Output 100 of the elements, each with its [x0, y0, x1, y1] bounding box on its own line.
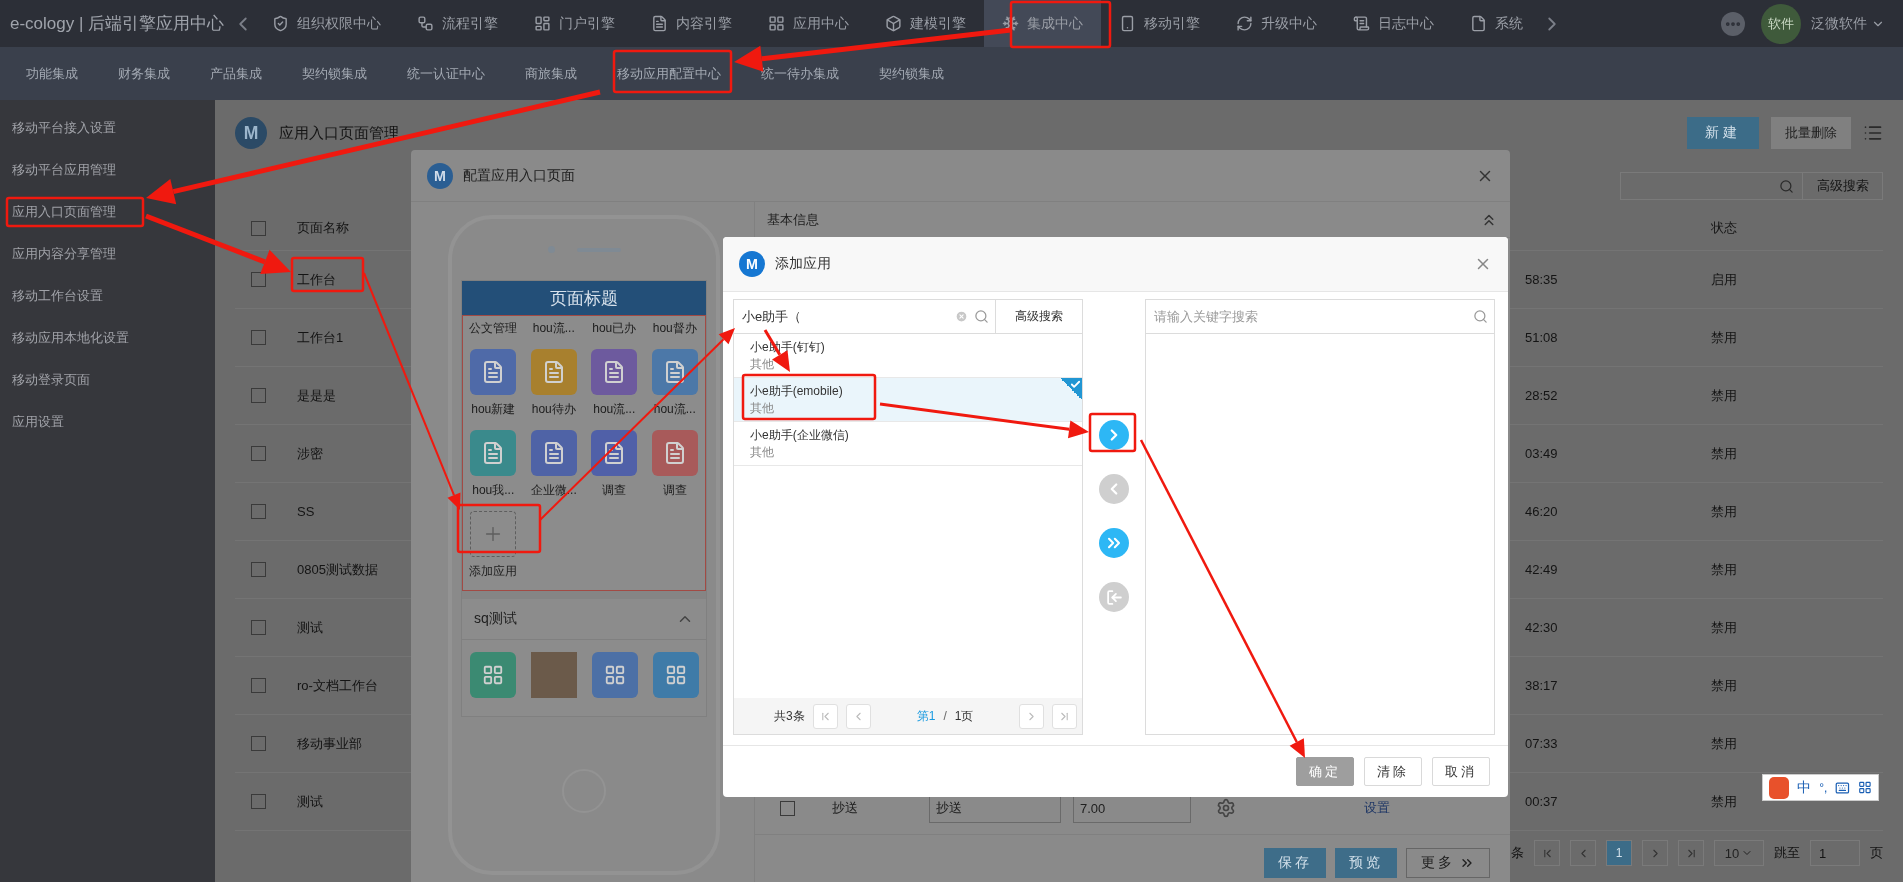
row-checkbox[interactable] [251, 678, 266, 693]
sidebar-item[interactable]: 移动登录页面 [0, 359, 215, 401]
cancel-button[interactable]: 取消 [1432, 757, 1490, 786]
app-icon[interactable] [591, 430, 638, 476]
app-label: hou流... [593, 401, 636, 418]
sub-nav-tab[interactable]: 产品集成 [190, 64, 282, 83]
new-button[interactable]: 新建 [1687, 117, 1759, 149]
table-cell: 工作台1 [297, 328, 344, 347]
nav-icon [1353, 15, 1370, 32]
checkbox[interactable] [780, 800, 795, 816]
sidebar-item[interactable]: 应用内容分享管理 [0, 233, 215, 275]
app-icon[interactable] [530, 430, 577, 476]
user-menu[interactable]: 泛微软件 [1811, 14, 1885, 33]
nav-tab[interactable]: 建模引擎 [867, 0, 984, 47]
app-icon[interactable] [530, 349, 577, 395]
sub-nav-tab[interactable]: 统一认证中心 [387, 64, 505, 83]
app-icon[interactable] [591, 652, 638, 698]
settings-icon[interactable] [1216, 798, 1236, 818]
sidebar-item[interactable]: 移动平台应用管理 [0, 149, 215, 191]
app-label: hou督办 [652, 320, 697, 337]
more-icon[interactable] [1721, 11, 1745, 36]
nav-tab[interactable]: 升级中心 [1218, 0, 1335, 47]
sidebar-item[interactable]: 移动应用本地化设置 [0, 317, 215, 359]
nav-tab[interactable]: 移动引擎 [1101, 0, 1218, 47]
clear-icon[interactable] [955, 310, 968, 323]
table-cell: 28:52 [1525, 388, 1558, 403]
row-checkbox[interactable] [251, 330, 266, 345]
nav-tab[interactable]: 流程引擎 [399, 0, 516, 47]
list-icon[interactable] [1863, 123, 1883, 143]
search-field[interactable]: 请输入关键字搜索 [1152, 308, 1467, 325]
transfer-button[interactable] [1099, 582, 1129, 612]
transfer-button[interactable] [1099, 420, 1129, 450]
row-checkbox[interactable] [251, 736, 266, 751]
nav-tab[interactable]: 日志中心 [1335, 0, 1452, 47]
last-page-button[interactable] [1678, 840, 1704, 866]
search-icon [1473, 309, 1488, 324]
nav-tab[interactable]: 应用中心 [750, 0, 867, 47]
sub-nav-tab[interactable]: 功能集成 [6, 64, 98, 83]
advanced-search-button[interactable]: 高级搜索 [1803, 172, 1883, 200]
row-checkbox[interactable] [251, 620, 266, 635]
checkbox[interactable] [251, 220, 266, 236]
app-label: hou新建 [471, 401, 516, 418]
row-checkbox[interactable] [251, 794, 266, 809]
grid-icon [664, 664, 687, 686]
item-name: 小e助手(企业微信) [750, 427, 849, 444]
sub-nav-tab[interactable]: 契约锁集成 [282, 64, 387, 83]
clear-button[interactable]: 清除 [1364, 757, 1422, 786]
jump-input[interactable]: 1 [1810, 840, 1860, 866]
nav-tab[interactable]: 门户引擎 [516, 0, 633, 47]
app-icon[interactable] [470, 430, 517, 476]
app-icon[interactable] [651, 430, 698, 476]
field-name: 抄送 [832, 799, 859, 817]
nav-tab[interactable]: 组织权限中心 [254, 0, 399, 47]
nav-icon [534, 15, 551, 32]
sidebar-item[interactable]: 移动平台接入设置 [0, 107, 215, 149]
page-button[interactable]: 1 [1606, 840, 1632, 866]
app-icon[interactable] [591, 349, 638, 395]
sub-nav-tab[interactable]: 统一待办集成 [741, 64, 859, 83]
sub-nav-tab[interactable]: 财务集成 [98, 64, 190, 83]
first-page-button[interactable] [1534, 840, 1560, 866]
list-item[interactable]: 小e助手(emobile) 其他 [734, 378, 1082, 422]
page-size-select[interactable]: 10 [1714, 840, 1764, 866]
sidebar-item[interactable]: 移动工作台设置 [0, 275, 215, 317]
app-icon[interactable] [470, 349, 517, 395]
table-cell: 工作台 [297, 270, 336, 289]
app-icon[interactable] [651, 349, 698, 395]
search-field[interactable] [1620, 172, 1803, 200]
photo-placeholder [530, 652, 577, 698]
app-label: hou已办 [592, 320, 637, 337]
more-button[interactable]: 更多 [1406, 847, 1490, 878]
row-checkbox[interactable] [251, 388, 266, 403]
search-field[interactable]: 小e助手（ [740, 308, 949, 325]
sub-nav-tab[interactable]: 移动应用配置中心 [597, 64, 741, 83]
row-checkbox[interactable] [251, 446, 266, 461]
sub-nav-tab[interactable]: 契约锁集成 [859, 64, 964, 83]
batch-delete-button[interactable]: 批量删除 [1771, 117, 1851, 149]
app-icon[interactable] [469, 652, 516, 698]
nav-tab[interactable]: 内容引擎 [633, 0, 750, 47]
page-title: 应用入口页面管理 [279, 123, 400, 143]
nav-icon [1236, 15, 1253, 32]
next-page-button[interactable] [1642, 840, 1668, 866]
sidebar-item[interactable]: 应用入口页面管理 [0, 191, 215, 233]
transfer-button[interactable] [1099, 528, 1129, 558]
sidebar-item[interactable]: 应用设置 [0, 401, 215, 443]
sub-nav-tab[interactable]: 商旅集成 [505, 64, 597, 83]
nav-tab[interactable]: 系统 [1452, 0, 1541, 47]
table-cell: 禁用 [1711, 444, 1737, 463]
screen-title: 页面标题 [462, 281, 706, 315]
row-checkbox[interactable] [251, 504, 266, 519]
save-button[interactable]: 保存 [1264, 847, 1326, 878]
prev-page-button[interactable] [1570, 840, 1596, 866]
transfer-button[interactable] [1099, 474, 1129, 504]
row-checkbox[interactable] [251, 562, 266, 577]
preview-button[interactable]: 预览 [1335, 847, 1397, 878]
ime-logo [1769, 776, 1790, 799]
app-icon[interactable] [652, 652, 699, 698]
settings-link[interactable]: 设置 [1364, 799, 1390, 817]
table-cell: 测试 [297, 618, 323, 637]
add-button[interactable] [470, 511, 517, 557]
app-label: hou待办 [531, 401, 576, 418]
